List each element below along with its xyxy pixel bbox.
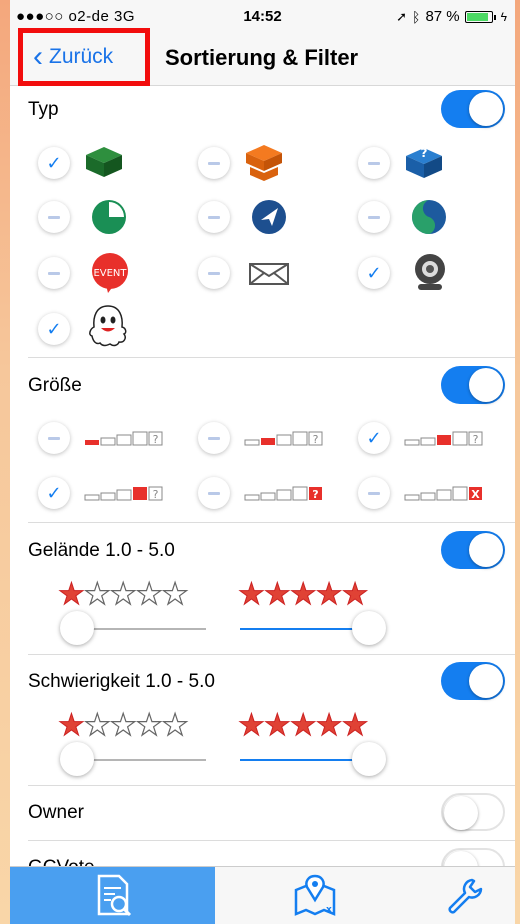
section-title-typ: Typ	[28, 99, 59, 120]
tab-settings[interactable]	[415, 867, 515, 924]
toggle-groesse[interactable]	[441, 366, 505, 404]
toggle-owner[interactable]	[441, 793, 505, 831]
svg-text:x: x	[326, 905, 332, 915]
wrench-icon	[448, 878, 483, 914]
traditional-cache-icon	[86, 147, 122, 177]
max-stars-gelaende: ★★★★★	[237, 578, 368, 611]
page-title: Sortierung & Filter	[165, 45, 359, 70]
size-small-icon: ?	[244, 431, 323, 446]
multi-cache-icon	[246, 145, 282, 181]
section-title-owner: Owner	[28, 802, 84, 823]
min-stars-gelaende: ★★★★★	[58, 578, 190, 611]
size-other-icon: ?	[244, 486, 322, 501]
chevron-left-icon: ‹	[33, 40, 43, 73]
checkbox-size-micro[interactable]	[38, 422, 70, 454]
svg-text:?: ?	[153, 433, 159, 446]
divider	[28, 785, 515, 786]
tab-map[interactable]: x	[215, 867, 415, 924]
slider-knob-min-schwierigkeit[interactable]	[60, 742, 94, 776]
svg-text:?: ?	[153, 488, 159, 501]
checkbox-size-large[interactable]: ✓	[38, 477, 70, 509]
svg-text:?: ?	[473, 433, 479, 446]
mystery-cache-icon: ?	[406, 146, 442, 178]
checkbox-event[interactable]	[38, 257, 70, 289]
virtual-cache-icon	[252, 200, 286, 234]
slider-knob-min-gelaende[interactable]	[60, 611, 94, 645]
checkbox-webcam-globe[interactable]	[358, 201, 390, 233]
divider	[28, 357, 515, 358]
battery-percent: 87 %	[425, 8, 460, 25]
slider-track-min-gelaende	[76, 628, 206, 630]
svg-text:?: ?	[421, 146, 428, 160]
toggle-schwierigkeit[interactable]	[441, 662, 505, 700]
svg-text:EVENT: EVENT	[93, 268, 127, 279]
list-search-icon	[97, 874, 131, 917]
min-stars-schwierigkeit: ★★★★★	[58, 709, 190, 742]
divider	[28, 840, 515, 841]
map-pin-icon: x	[294, 874, 336, 916]
max-stars-schwierigkeit: ★★★★★	[237, 709, 368, 742]
tab-list-filter[interactable]	[10, 867, 215, 924]
size-not-chosen-icon: X	[404, 486, 482, 501]
slider-track-min-schwierigkeit	[76, 759, 206, 761]
slider-knob-max-schwierigkeit[interactable]	[352, 742, 386, 776]
back-button[interactable]: ‹ Zurück	[18, 28, 150, 86]
battery-icon	[464, 10, 496, 23]
checkbox-size-small[interactable]	[198, 422, 230, 454]
svg-text:?: ?	[313, 433, 319, 446]
checkbox-size-regular[interactable]: ✓	[358, 422, 390, 454]
divider	[28, 522, 515, 523]
section-title-schwierigkeit: Schwierigkeit 1.0 - 5.0	[28, 671, 215, 692]
size-large-icon: ?	[84, 486, 163, 501]
checkbox-size-not-chosen[interactable]	[358, 477, 390, 509]
slider-knob-max-gelaende[interactable]	[352, 611, 386, 645]
checkbox-size-other[interactable]	[198, 477, 230, 509]
toggle-typ[interactable]	[441, 90, 505, 128]
checkbox-webcam[interactable]: ✓	[358, 257, 390, 289]
checkbox-multi[interactable]	[198, 147, 230, 179]
checkbox-ghost[interactable]: ✓	[38, 313, 70, 345]
checkbox-mystery[interactable]	[358, 147, 390, 179]
svg-text:?: ?	[312, 488, 318, 501]
navigation-bar: ‹ Zurück Sortierung & Filter	[10, 28, 515, 86]
divider	[28, 654, 515, 655]
checkbox-traditional[interactable]: ✓	[38, 147, 70, 179]
checkbox-letterbox[interactable]	[198, 257, 230, 289]
status-right: ➚ ᛒ 87 % ϟ	[396, 8, 507, 25]
size-micro-icon: ?	[85, 431, 163, 446]
toggle-gelaende[interactable]	[441, 531, 505, 569]
tab-bar: x	[10, 866, 515, 924]
section-title-groesse: Größe	[28, 375, 82, 396]
event-icon: EVENT	[92, 253, 128, 293]
location-icon: ➚	[396, 8, 408, 24]
checkbox-earthcache[interactable]	[38, 201, 70, 233]
ghost-icon	[89, 305, 127, 347]
letterbox-icon	[249, 263, 289, 285]
svg-text:X: X	[471, 488, 480, 501]
webcam-icon	[415, 254, 445, 290]
earthcache-pie-icon	[92, 200, 126, 234]
slider-track-max-schwierigkeit	[240, 759, 370, 761]
webcam-globe-icon	[412, 200, 446, 234]
section-title-gelaende: Gelände 1.0 - 5.0	[28, 540, 175, 561]
charging-icon: ϟ	[500, 9, 507, 24]
size-regular-icon: ?	[404, 431, 483, 446]
screen: ●●●○○ o2-de 3G 14:52 ➚ ᛒ 87 % ϟ ‹ Zurück…	[10, 0, 515, 924]
bluetooth-icon: ᛒ	[412, 8, 421, 25]
back-label: Zurück	[49, 45, 114, 68]
checkbox-virtual[interactable]	[198, 201, 230, 233]
slider-track-max-gelaende	[240, 628, 370, 630]
